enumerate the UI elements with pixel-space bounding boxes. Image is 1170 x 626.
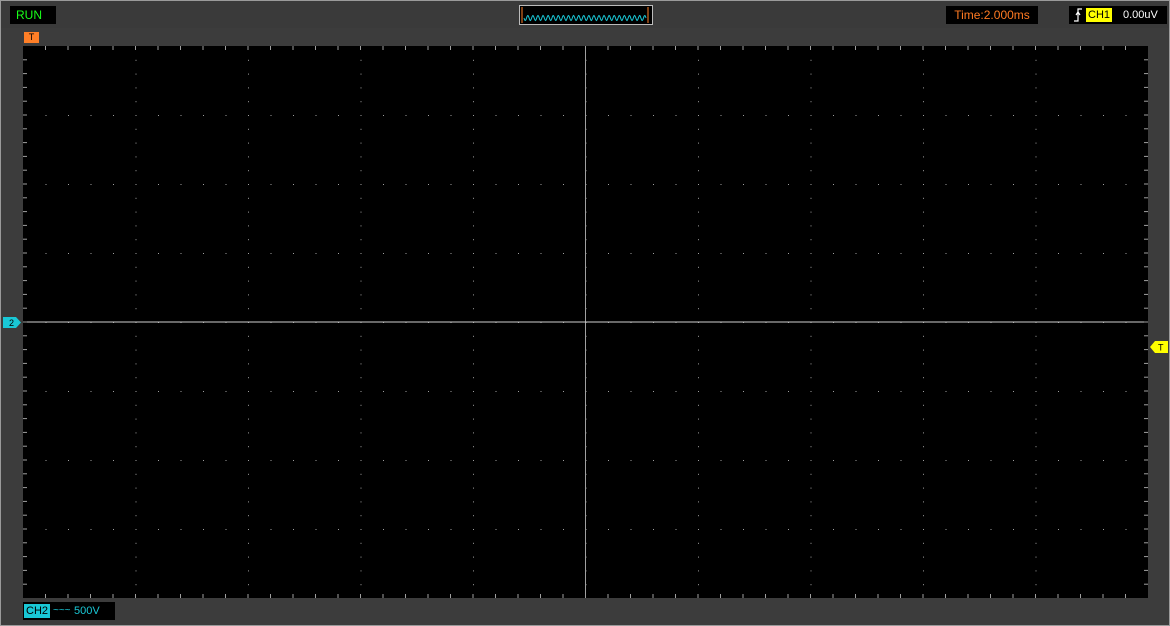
waveform-display — [23, 46, 1148, 598]
coupling-icon: ~~~ — [53, 605, 71, 616]
timebase-display[interactable]: Time:2.000ms — [946, 6, 1038, 24]
trigger-level-marker-label: T — [1158, 343, 1164, 353]
trigger-level-value: 0.00uV — [1123, 9, 1158, 21]
rising-edge-icon — [1074, 8, 1082, 22]
trigger-source-badge: CH1 — [1086, 8, 1113, 22]
status-bar: RUN Time:2.000ms CH1 0.00uV — [1, 1, 1169, 28]
waveform-overview[interactable] — [519, 5, 653, 25]
grid-lines — [23, 46, 1148, 598]
waveform-grid — [23, 46, 1148, 598]
waveform-overview-icon — [521, 7, 649, 23]
ch2-settings[interactable]: CH2 ~~~ 500V — [23, 602, 115, 620]
ch2-ground-marker[interactable]: 2 — [3, 317, 21, 328]
trigger-position-marker[interactable]: T — [24, 32, 39, 43]
trigger-display[interactable]: CH1 0.00uV — [1069, 6, 1167, 24]
ch2-label: CH2 — [24, 604, 51, 618]
trigger-level-marker[interactable]: T — [1150, 341, 1168, 353]
ch2-marker-label: 2 — [9, 318, 14, 328]
run-status-indicator[interactable]: RUN — [10, 6, 56, 24]
ch2-scale: 500V — [74, 605, 100, 617]
